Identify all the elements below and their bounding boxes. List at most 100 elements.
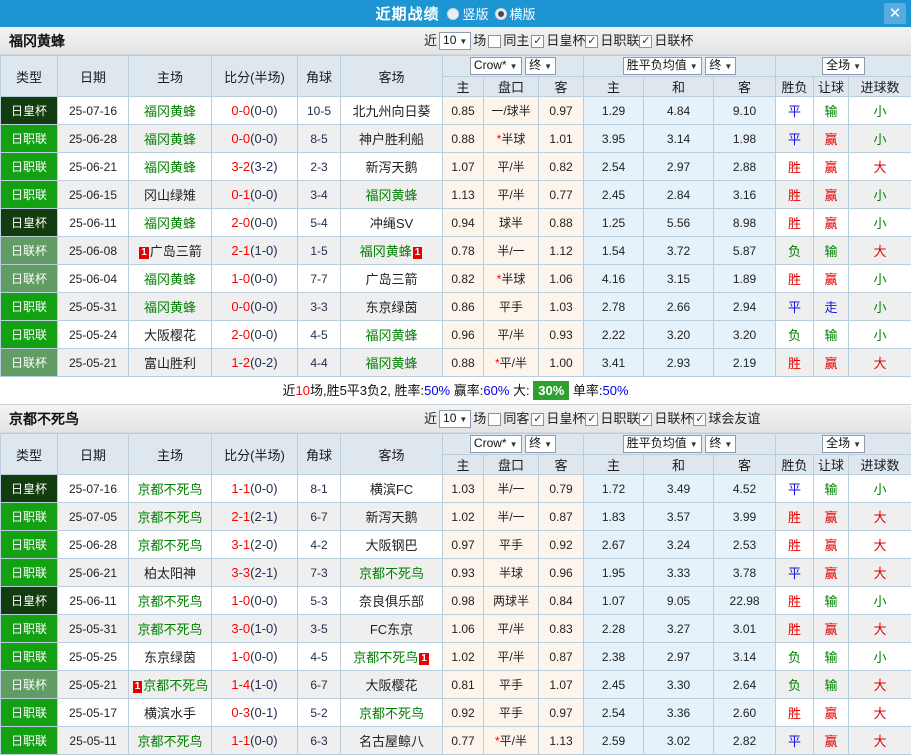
avg-dropdown[interactable]: 胜平负均值▼	[623, 435, 702, 453]
match-type-badge: 日联杯	[1, 349, 58, 377]
away-odds: 1.00	[539, 349, 584, 377]
chevron-down-icon: ▼	[510, 62, 518, 71]
home-team: 福冈黄蜂	[129, 293, 212, 321]
layout-radio-1[interactable]: 横版	[495, 4, 536, 23]
league-label-2: 日联杯	[654, 405, 693, 433]
near-label: 近	[424, 405, 437, 433]
match-row: 日职联25-06-15冈山绿雉0-1(0-0)3-4福冈黄蜂1.13平/半0.7…	[1, 181, 911, 209]
league-checkbox-2[interactable]	[639, 35, 652, 48]
period-dropdown[interactable]: 全场▼	[822, 435, 865, 453]
scope-checkbox[interactable]	[488, 35, 501, 48]
avg-away: 2.94	[714, 293, 776, 321]
avg-home: 2.22	[584, 321, 644, 349]
avg-away: 3.01	[714, 615, 776, 643]
odds-state-dropdown[interactable]: 终▼	[525, 57, 556, 75]
final-score: 2-0	[231, 327, 250, 342]
sub-header-7: 让球	[814, 455, 849, 475]
home-team-name: 京都不死鸟	[137, 510, 202, 525]
result-cell: 平	[776, 97, 814, 125]
league-checkbox-2[interactable]	[639, 413, 652, 426]
final-score: 3-0	[231, 621, 250, 636]
handicap-result-cell: 赢	[814, 125, 849, 153]
team-name: 福冈黄蜂	[9, 27, 65, 55]
period-dropdown[interactable]: 全场▼	[822, 57, 865, 75]
away-team-name: 冲绳SV	[370, 216, 413, 231]
final-score: 2-1	[231, 243, 250, 258]
col-header-5: 客场	[341, 56, 443, 97]
avg-home: 2.78	[584, 293, 644, 321]
summary-part-6: 大:	[509, 383, 533, 398]
avg-away: 2.53	[714, 531, 776, 559]
match-row: 日职联25-06-21福冈黄蜂3-2(3-2)2-3新泻天鹅1.07平/半0.8…	[1, 153, 911, 181]
away-odds: 1.12	[539, 237, 584, 265]
match-date: 25-07-16	[58, 97, 129, 125]
close-button[interactable]: ✕	[884, 3, 906, 24]
league-checkbox-1[interactable]	[585, 413, 598, 426]
match-count-dropdown[interactable]: 10▼	[439, 32, 471, 50]
away-odds: 0.77	[539, 181, 584, 209]
avg-dropdown-cell: 胜平负均值▼ 终▼	[584, 434, 776, 455]
avg-away: 2.19	[714, 349, 776, 377]
away-team: 奈良俱乐部	[341, 587, 443, 615]
half-score: (0-0)	[250, 327, 277, 342]
handicap-result-cell: 输	[814, 475, 849, 503]
half-score: (0-1)	[250, 705, 277, 720]
sub-header-4: 和	[644, 455, 714, 475]
avg-draw: 2.97	[644, 153, 714, 181]
handicap-line: 平手	[484, 671, 539, 699]
away-team: 东京绿茵	[341, 293, 443, 321]
match-row: 日联杯25-06-04福冈黄蜂1-0(0-0)7-7广岛三箭0.82*半球1.0…	[1, 265, 911, 293]
match-type-badge: 日职联	[1, 727, 58, 755]
league-checkbox-0[interactable]	[531, 413, 544, 426]
odds-source-dropdown[interactable]: Crow*▼	[470, 435, 522, 453]
match-row: 日职联25-05-25东京绿茵1-0(0-0)4-5京都不死鸟11.02平/半0…	[1, 643, 911, 671]
col-header-3: 比分(半场)	[212, 434, 298, 475]
avg-home: 2.28	[584, 615, 644, 643]
avg-home: 2.67	[584, 531, 644, 559]
corners-cell: 3-5	[298, 615, 341, 643]
away-badge: 1	[413, 247, 423, 259]
home-odds: 1.13	[443, 181, 484, 209]
avg-draw: 3.72	[644, 237, 714, 265]
scope-checkbox[interactable]	[488, 413, 501, 426]
score-cell: 2-1(2-1)	[212, 503, 298, 531]
final-score: 0-0	[231, 299, 250, 314]
match-count-dropdown[interactable]: 10▼	[439, 410, 471, 428]
layout-radio-0[interactable]: 竖版	[447, 4, 488, 23]
home-odds: 0.78	[443, 237, 484, 265]
odds-source-dropdown[interactable]: Crow*▼	[470, 57, 522, 75]
league-checkbox-1[interactable]	[585, 35, 598, 48]
away-odds: 0.84	[539, 587, 584, 615]
odds-source-dropdown-value: Crow*	[474, 58, 507, 72]
avg-draw: 2.66	[644, 293, 714, 321]
home-team: 富山胜利	[129, 349, 212, 377]
home-team: 柏太阳神	[129, 559, 212, 587]
avg-draw: 3.27	[644, 615, 714, 643]
avg-home: 2.54	[584, 153, 644, 181]
header-dropdown-row: 类型日期主场比分(半场)角球客场Crow*▼ 终▼胜平负均值▼ 终▼全场▼	[1, 434, 911, 455]
avg-state-dropdown[interactable]: 终▼	[705, 57, 736, 75]
league-checkbox-0[interactable]	[531, 35, 544, 48]
handicap-line: 半球	[484, 559, 539, 587]
chevron-down-icon: ▼	[690, 440, 698, 449]
avg-state-dropdown[interactable]: 终▼	[705, 435, 736, 453]
away-odds: 0.82	[539, 153, 584, 181]
match-type-badge: 日职联	[1, 531, 58, 559]
odds-state-dropdown[interactable]: 终▼	[525, 435, 556, 453]
home-team-name: 福冈黄蜂	[144, 300, 196, 315]
match-row: 日皇杯25-06-11福冈黄蜂2-0(0-0)5-4冲绳SV0.94球半0.88…	[1, 209, 911, 237]
handicap-line: 两球半	[484, 587, 539, 615]
avg-away: 3.99	[714, 503, 776, 531]
home-team: 1京都不死鸟	[129, 671, 212, 699]
radio-label: 横版	[510, 4, 536, 23]
home-team: 京都不死鸟	[129, 475, 212, 503]
handicap-result-cell: 输	[814, 587, 849, 615]
league-checkbox-3[interactable]	[693, 413, 706, 426]
summary-part-1: 10	[295, 383, 309, 398]
avg-dropdown[interactable]: 胜平负均值▼	[623, 57, 702, 75]
result-cell: 胜	[776, 153, 814, 181]
home-odds: 0.98	[443, 587, 484, 615]
odds-source-dropdown-value: Crow*	[474, 436, 507, 450]
final-score: 3-3	[231, 565, 250, 580]
corners-cell: 4-5	[298, 643, 341, 671]
